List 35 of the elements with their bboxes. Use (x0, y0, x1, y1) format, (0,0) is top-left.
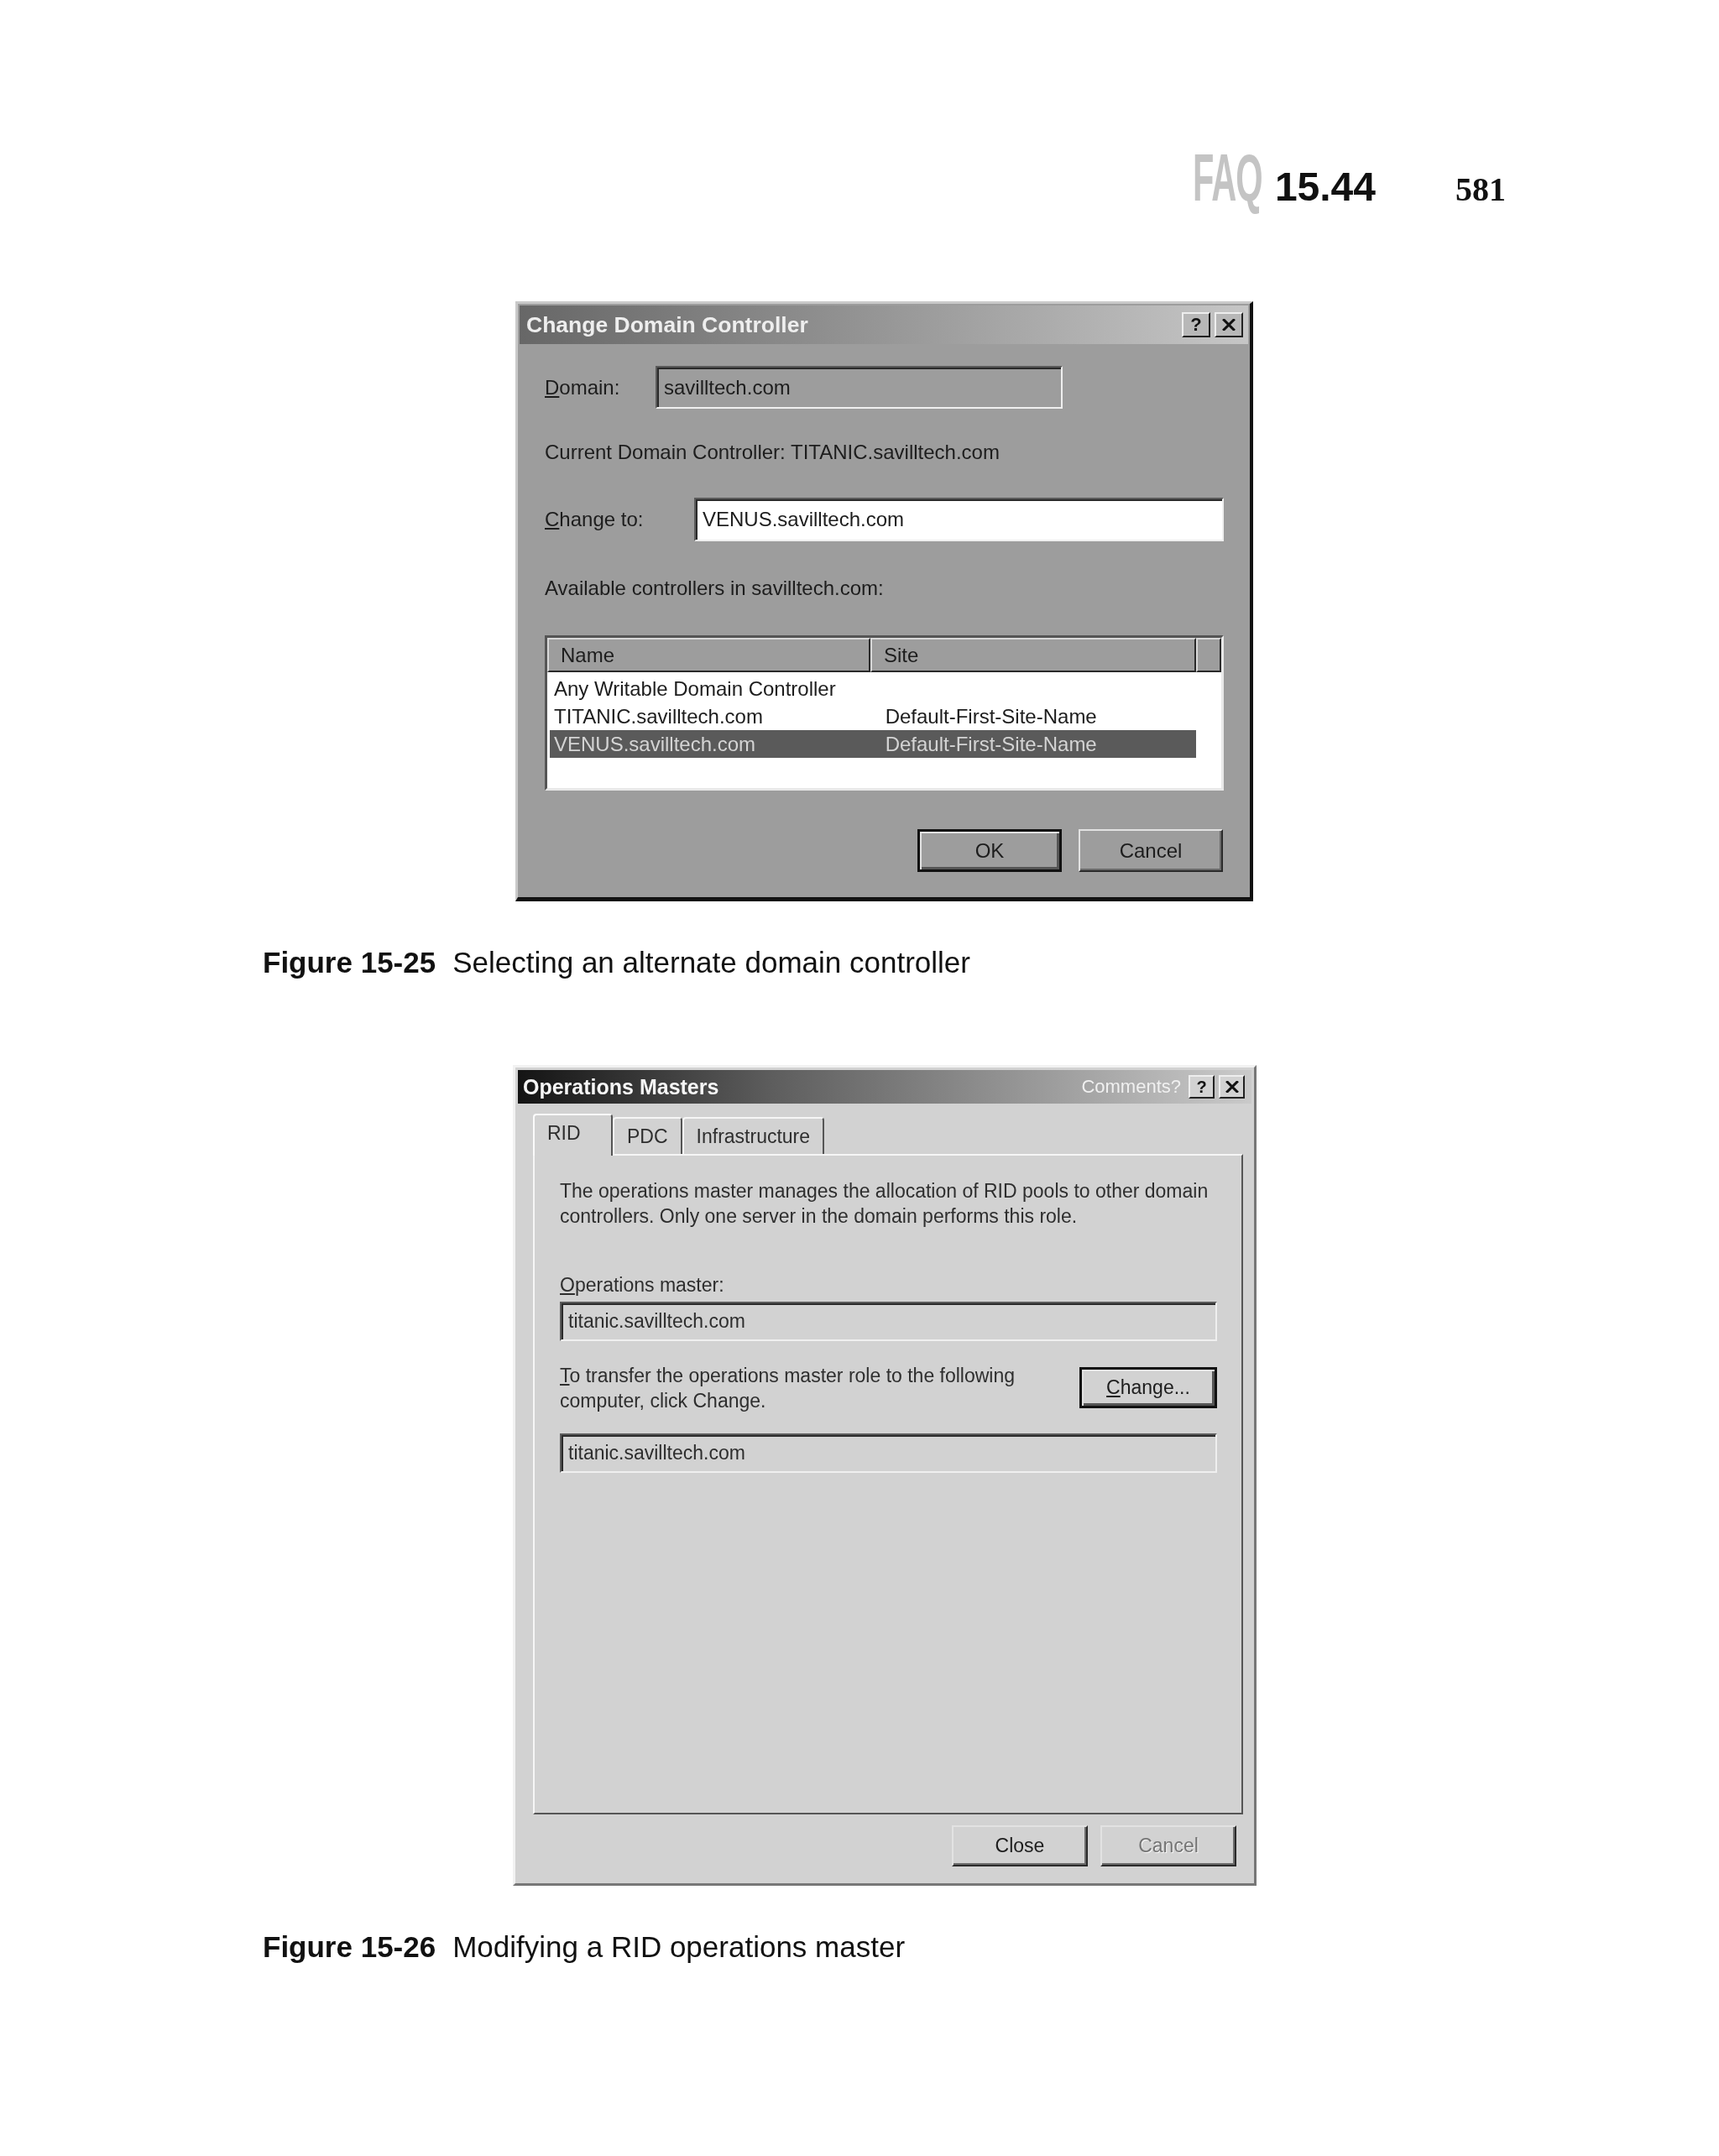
list-row[interactable]: VENUS.savilltech.com Default-First-Site-Name (550, 730, 1196, 758)
info-text: Current Domain Controller: TITANIC.savilltech.com (545, 440, 1000, 465)
page-number: 581 (1455, 173, 1506, 206)
tab[interactable]: PDC (613, 1117, 682, 1154)
column-header[interactable]: Name (547, 638, 870, 672)
figure-number: Figure 15-25 (263, 946, 436, 979)
close-icon (1225, 1081, 1239, 1093)
caption-text: Modifying a RID operations master (452, 1930, 906, 1964)
dialog-button[interactable]: OK (917, 829, 1062, 872)
field-label: Change to: (545, 508, 644, 531)
tab[interactable]: Infrastructure (682, 1117, 825, 1154)
description-text: The operations master manages the allocation of RID pools to other domain controllers. Only one server in the domain performs this role. (560, 1179, 1210, 1229)
close-button[interactable] (1219, 1075, 1245, 1099)
change-to-field[interactable]: VENUS.savilltech.com (694, 498, 1224, 541)
close-button[interactable] (1215, 312, 1243, 337)
change-button[interactable]: Change... (1079, 1367, 1217, 1408)
field-label: Operations master: (560, 1273, 724, 1297)
close-icon (1222, 319, 1236, 331)
dialog-button[interactable]: Close (952, 1825, 1088, 1866)
section-number: 15.44 (1274, 167, 1376, 207)
list-row[interactable]: TITANIC.savilltech.com Default-First-Site-Name (550, 702, 1196, 730)
caption-text: Selecting an alternate domain controller (452, 946, 970, 979)
window-title: Change Domain Controller (526, 311, 808, 338)
list-row[interactable]: Any Writable Domain Controller (550, 675, 1196, 702)
tab[interactable]: RID (533, 1114, 613, 1156)
instruction-text: To transfer the operations master role to the following computer, click Change. (560, 1364, 1016, 1413)
figure-number: Figure 15-26 (263, 1930, 436, 1964)
column-header[interactable] (1196, 638, 1221, 672)
field-label: Domain: (545, 375, 620, 399)
column-header[interactable]: Site (870, 638, 1196, 672)
help-button[interactable]: ? (1189, 1075, 1215, 1099)
help-button[interactable]: ? (1182, 312, 1210, 337)
info-text: Available controllers in savilltech.com: (545, 576, 884, 601)
window-title: Operations Masters (523, 1074, 719, 1099)
dialog-button[interactable]: Cancel (1079, 829, 1223, 872)
